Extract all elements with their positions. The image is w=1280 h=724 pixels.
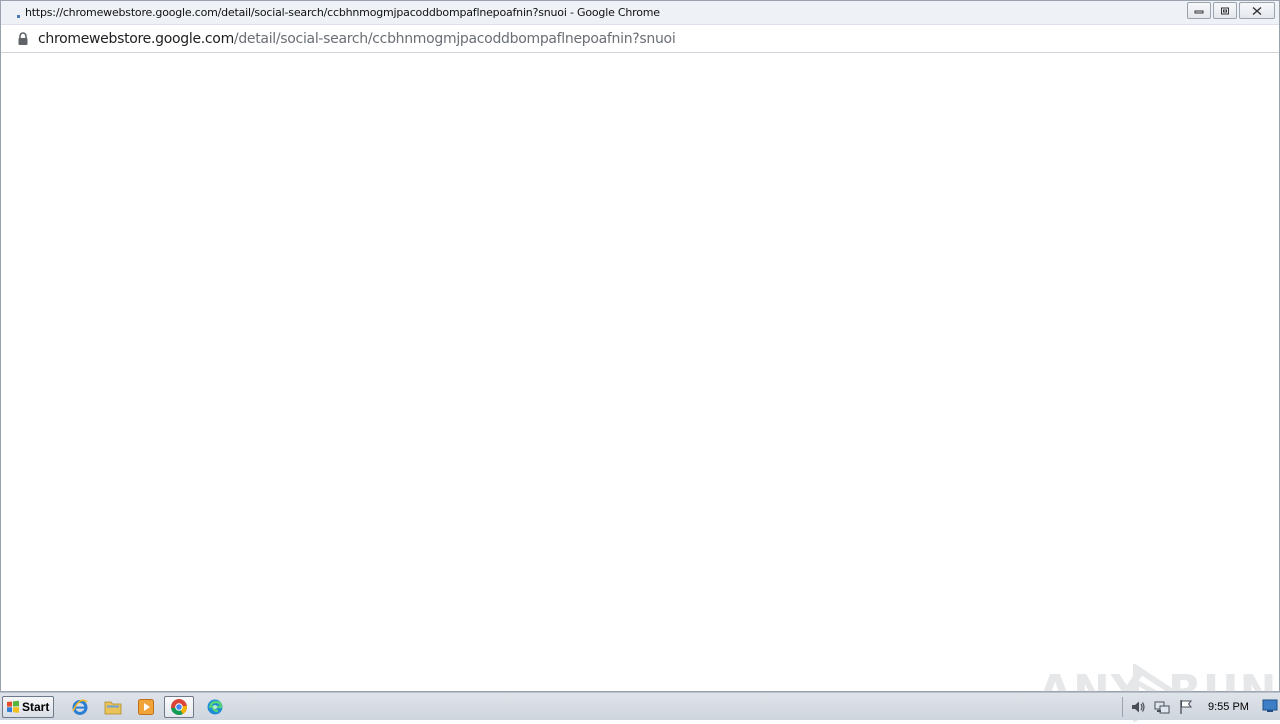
title-bar[interactable]: https://chromewebstore.google.com/detail…	[1, 1, 1279, 25]
taskbar: Start 9:55 PM	[0, 692, 1280, 720]
tray-separator	[1122, 697, 1123, 717]
start-label: Start	[22, 700, 50, 714]
chrome-icon	[171, 699, 188, 715]
window-controls	[1185, 2, 1275, 19]
url-path: /detail/social-search/ccbhnmogmjpacoddbo…	[233, 31, 676, 47]
action-center-flag-icon[interactable]	[1178, 699, 1194, 715]
media-player-icon[interactable]	[134, 696, 158, 718]
url-text[interactable]: chromewebstore.google.com/detail/social-…	[38, 31, 676, 47]
browser-window: https://chromewebstore.google.com/detail…	[0, 0, 1280, 722]
lock-icon[interactable]	[17, 32, 29, 46]
close-icon	[1252, 6, 1262, 15]
close-button[interactable]	[1239, 2, 1275, 19]
edge-icon[interactable]	[203, 696, 227, 718]
restore-icon	[1221, 7, 1229, 14]
page-content: ANY RUN	[2, 54, 1278, 722]
start-button[interactable]: Start	[2, 696, 54, 718]
window-title: https://chromewebstore.google.com/detail…	[25, 6, 660, 19]
file-explorer-icon[interactable]	[101, 696, 125, 718]
show-desktop-icon[interactable]	[1262, 699, 1278, 713]
minimize-icon	[1194, 10, 1204, 13]
chrome-taskbar-button[interactable]	[164, 696, 194, 718]
volume-icon[interactable]	[1130, 699, 1146, 715]
minimize-button[interactable]	[1187, 2, 1211, 19]
clock[interactable]: 9:55 PM	[1208, 701, 1249, 713]
windows-logo-icon	[7, 700, 19, 713]
address-bar[interactable]: chromewebstore.google.com/detail/social-…	[1, 25, 1279, 53]
network-icon[interactable]	[1154, 699, 1170, 715]
restore-button[interactable]	[1213, 2, 1237, 19]
internet-explorer-icon[interactable]	[68, 696, 92, 718]
system-tray: 9:55 PM	[1120, 693, 1280, 721]
url-host: chromewebstore.google.com	[38, 31, 234, 47]
page-favicon-icon	[17, 15, 20, 18]
